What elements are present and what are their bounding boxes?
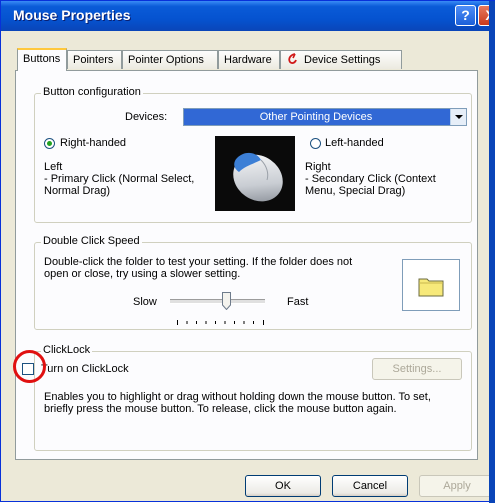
help-button[interactable]: ?: [455, 5, 476, 26]
clicklock-desc-1: Enables you to highlight or drag without…: [44, 391, 431, 403]
double-click-text-1: Double-click the folder to test your set…: [44, 256, 353, 268]
tab-pointers[interactable]: Pointers: [67, 50, 122, 69]
double-click-text-2: open or close, try using a slower settin…: [44, 268, 241, 280]
apply-button[interactable]: Apply: [419, 475, 495, 497]
right-handed-radio[interactable]: [44, 138, 55, 149]
devices-label: Devices:: [125, 111, 168, 123]
slow-label: Slow: [133, 296, 157, 308]
clicklock-title: ClickLock: [41, 344, 93, 356]
folder-icon[interactable]: [418, 275, 444, 297]
ok-button[interactable]: OK: [245, 475, 321, 497]
chevron-down-icon[interactable]: [450, 109, 466, 125]
cancel-button[interactable]: Cancel: [332, 475, 408, 497]
left-button-title: Left: [44, 161, 63, 173]
speed-slider-track[interactable]: [170, 299, 265, 304]
right-handed-label: Right-handed: [60, 137, 127, 149]
window-right-edge: [489, 1, 495, 503]
synaptics-logo-icon: [288, 53, 297, 64]
devices-select-value: Other Pointing Devices: [259, 111, 373, 123]
button-configuration-title: Button configuration: [41, 86, 143, 98]
clicklock-checkbox-label: Turn on ClickLock: [41, 363, 129, 375]
tab-hardware[interactable]: Hardware: [218, 50, 280, 69]
clicklock-desc-2: briefly press the mouse button. To relea…: [44, 403, 397, 415]
mouse-illustration: [215, 136, 295, 211]
devices-select[interactable]: Other Pointing Devices: [183, 108, 467, 126]
window-title: Mouse Properties: [13, 7, 131, 23]
left-button-desc-1: - Primary Click (Normal Select,: [44, 173, 195, 185]
title-bar[interactable]: Mouse Properties ? X: [1, 1, 495, 31]
mouse-properties-window: Mouse Properties ? X Buttons Pointers Po…: [0, 0, 495, 503]
tab-pointer-options[interactable]: Pointer Options: [122, 50, 218, 69]
left-handed-label: Left-handed: [325, 137, 384, 149]
test-folder-area[interactable]: [402, 259, 460, 311]
left-handed-radio[interactable]: [310, 138, 321, 149]
left-button-desc-2: Normal Drag): [44, 185, 111, 197]
speed-slider-thumb[interactable]: [222, 292, 231, 310]
right-button-desc-2: Menu, Special Drag): [305, 185, 406, 197]
double-click-speed-title: Double Click Speed: [41, 235, 142, 247]
annotation-circle: [13, 350, 46, 383]
tab-device-settings[interactable]: Device Settings: [280, 50, 402, 69]
right-button-title: Right: [305, 161, 331, 173]
speed-slider-ticks: [177, 320, 264, 325]
clicklock-settings-button[interactable]: Settings...: [372, 358, 462, 380]
right-button-desc-1: - Secondary Click (Context: [305, 173, 436, 185]
tab-buttons[interactable]: Buttons: [17, 48, 67, 71]
fast-label: Fast: [287, 296, 309, 308]
mouse-icon: [233, 152, 283, 202]
